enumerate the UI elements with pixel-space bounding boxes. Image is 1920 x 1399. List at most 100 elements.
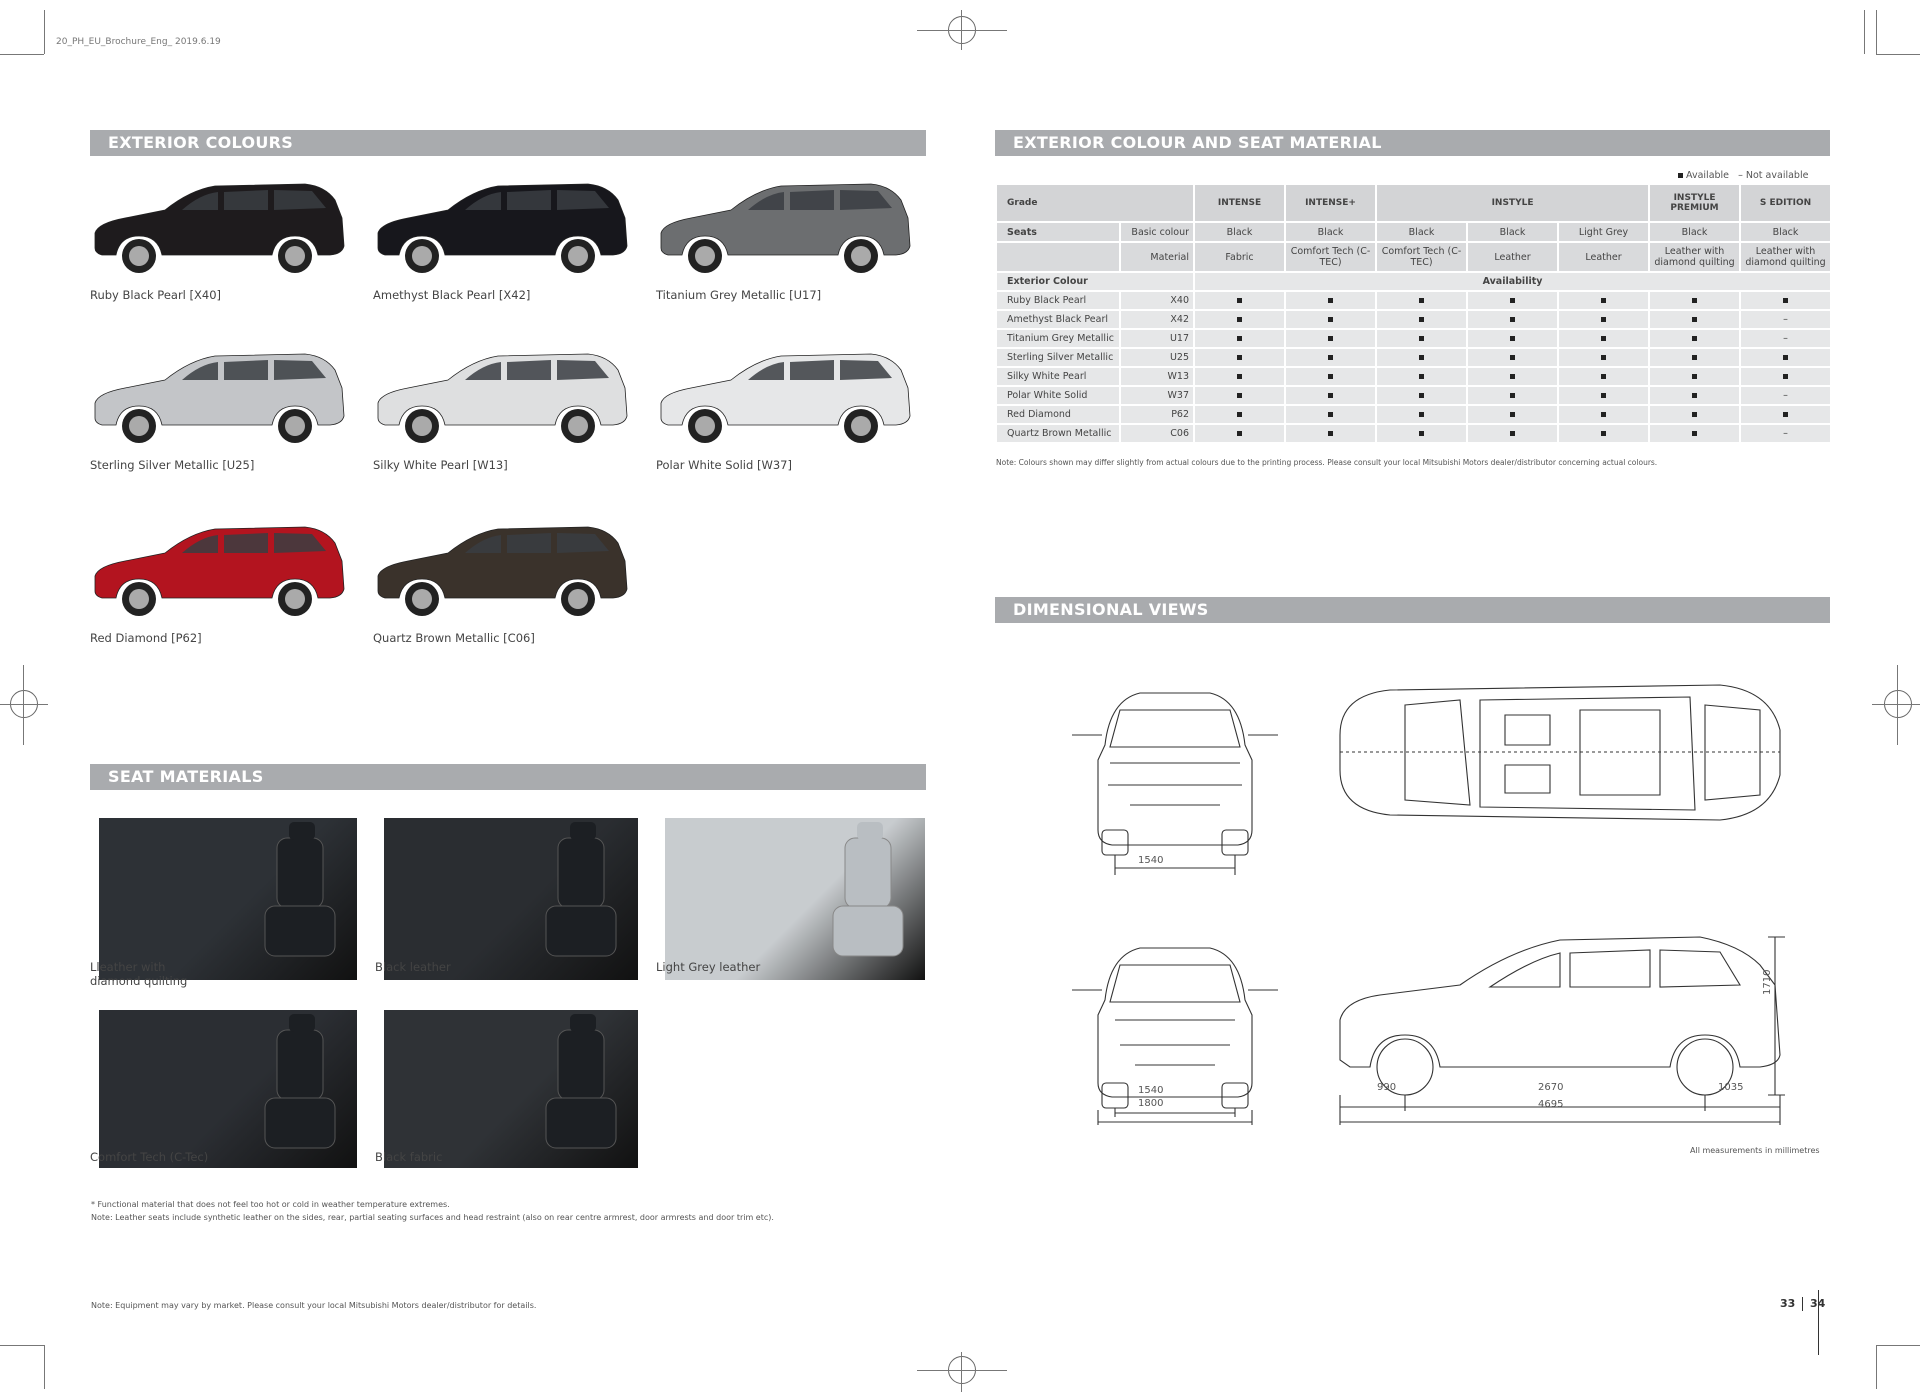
grade-intense: INTENSE xyxy=(1193,183,1287,223)
available-square-icon xyxy=(1375,328,1469,349)
colour-code: U25 xyxy=(1118,347,1196,368)
dim-front-overhang: 990 xyxy=(1377,1082,1397,1093)
material-cell: Leather with diamond quilting xyxy=(1739,241,1833,273)
seat-icon xyxy=(545,1014,617,1149)
available-square-icon xyxy=(1284,328,1378,349)
available-square-icon xyxy=(1375,385,1469,406)
colour-row: Amethyst Black Pearl X42 – xyxy=(995,309,1833,330)
colour-row: Red Diamond P62 xyxy=(995,404,1833,425)
available-square-icon xyxy=(1648,366,1742,387)
available-square-icon xyxy=(1466,404,1560,425)
colour-row: Titanium Grey Metallic U17 – xyxy=(995,328,1833,349)
available-square-icon xyxy=(1648,385,1742,406)
grade-intense-plus: INTENSE+ xyxy=(1284,183,1378,223)
car-swatch: Quartz Brown Metallic [C06] xyxy=(373,521,633,651)
available-square-icon xyxy=(1648,347,1742,368)
available-square-icon xyxy=(1466,366,1560,387)
car-colour-caption: Quartz Brown Metallic [C06] xyxy=(373,631,535,645)
colour-row: Silky White Pearl W13 xyxy=(995,366,1833,387)
seat-material-caption: Lleather with diamond quilting xyxy=(90,960,188,988)
colour-row: Quartz Brown Metallic C06 – xyxy=(995,423,1833,444)
available-square-icon xyxy=(1557,328,1651,349)
car-swatch: Red Diamond [P62] xyxy=(90,521,350,651)
basic-colour-cell: Black xyxy=(1466,221,1560,243)
available-square-icon xyxy=(1557,423,1651,444)
available-square-icon xyxy=(1193,366,1287,387)
available-square-icon xyxy=(1648,309,1742,330)
available-square-icon xyxy=(1193,309,1287,330)
available-square-icon xyxy=(1375,290,1469,311)
available-square-icon xyxy=(1375,347,1469,368)
colour-code: W37 xyxy=(1118,385,1196,406)
rear-view-drawing xyxy=(1072,692,1278,875)
equipment-note: Note: Equipment may vary by market. Plea… xyxy=(91,1301,537,1310)
available-square-icon xyxy=(1739,347,1833,368)
colour-name: Amethyst Black Pearl xyxy=(995,309,1121,330)
grade-instyle-premium: INSTYLE PREMIUM xyxy=(1648,183,1742,223)
file-stamp: 20_PH_EU_Brochure_Eng_ 2019.6.19 xyxy=(56,37,221,47)
car-colour-caption: Red Diamond [P62] xyxy=(90,631,202,645)
material-cell: Leather with diamond quilting xyxy=(1648,241,1742,273)
colour-code: X42 xyxy=(1118,309,1196,330)
car-icon xyxy=(660,183,911,273)
seat-material-image xyxy=(99,818,357,980)
footnote-functional: * Functional material that does not feel… xyxy=(91,1200,450,1209)
available-square-icon xyxy=(1284,404,1378,425)
available-square-icon xyxy=(1466,328,1560,349)
available-square-icon xyxy=(1193,385,1287,406)
colour-row: Polar White Solid W37 – xyxy=(995,385,1833,406)
seat-material-caption: Black leather xyxy=(375,960,451,974)
available-square-icon xyxy=(1284,366,1378,387)
dimensional-views-header: DIMENSIONAL VIEWS xyxy=(995,597,1830,623)
seat-material-caption: Black fabric xyxy=(375,1150,443,1164)
available-square-icon xyxy=(1739,404,1833,425)
material-cell: Comfort Tech (C-TEC) xyxy=(1284,241,1378,273)
exterior-colours-header: EXTERIOR COLOURS xyxy=(90,130,926,156)
car-colour-caption: Titanium Grey Metallic [U17] xyxy=(656,288,822,302)
seat-material-image xyxy=(665,818,925,980)
seat-icon xyxy=(832,822,904,957)
available-square-icon xyxy=(1557,366,1651,387)
colour-name: Ruby Black Pearl xyxy=(995,290,1121,311)
basic-colour-cell: Black xyxy=(1193,221,1287,243)
material-cell: Leather xyxy=(1557,241,1651,273)
footnote-leather: Note: Leather seats include synthetic le… xyxy=(91,1213,774,1222)
exterior-seat-table-header: EXTERIOR COLOUR AND SEAT MATERIAL xyxy=(995,130,1830,156)
car-swatch: Amethyst Black Pearl [X42] xyxy=(373,178,633,308)
car-icon xyxy=(94,353,345,443)
available-square-icon xyxy=(1193,347,1287,368)
page-divider xyxy=(1818,1290,1819,1355)
available-square-icon xyxy=(1648,423,1742,444)
dim-rear-track: 1540 xyxy=(1138,855,1164,866)
available-square-icon xyxy=(1557,309,1651,330)
not-available-dash-icon: – xyxy=(1739,385,1833,406)
colour-row: Sterling Silver Metallic U25 xyxy=(995,347,1833,368)
car-colour-caption: Amethyst Black Pearl [X42] xyxy=(373,288,531,302)
available-square-icon xyxy=(1557,404,1651,425)
grade-s-edition: S EDITION xyxy=(1739,183,1833,223)
legend-available: Available xyxy=(1686,170,1730,181)
seat-icon xyxy=(264,822,336,957)
colour-name: Red Diamond xyxy=(995,404,1121,425)
material-cell: Comfort Tech (C-TEC) xyxy=(1375,241,1469,273)
colour-code: X40 xyxy=(1118,290,1196,311)
not-available-dash-icon: – xyxy=(1739,328,1833,349)
seat-material-image xyxy=(99,1010,357,1168)
car-icon xyxy=(377,183,628,273)
car-colour-caption: Ruby Black Pearl [X40] xyxy=(90,288,222,302)
not-available-dash-icon: – xyxy=(1739,423,1833,444)
page-number-left: 33 xyxy=(1780,1297,1796,1310)
dim-length: 4695 xyxy=(1538,1099,1564,1110)
available-square-icon xyxy=(1739,366,1833,387)
basic-colour-cell: Black xyxy=(1375,221,1469,243)
car-icon xyxy=(94,183,345,273)
available-square-icon xyxy=(1739,290,1833,311)
colour-name: Polar White Solid xyxy=(995,385,1121,406)
car-colour-caption: Polar White Solid [W37] xyxy=(656,458,792,472)
colour-code: W13 xyxy=(1118,366,1196,387)
seat-icon xyxy=(264,1014,336,1149)
available-square-icon xyxy=(1466,423,1560,444)
car-swatch: Silky White Pearl [W13] xyxy=(373,348,633,478)
colour-name: Sterling Silver Metallic xyxy=(995,347,1121,368)
seat-material-image xyxy=(384,1010,638,1168)
